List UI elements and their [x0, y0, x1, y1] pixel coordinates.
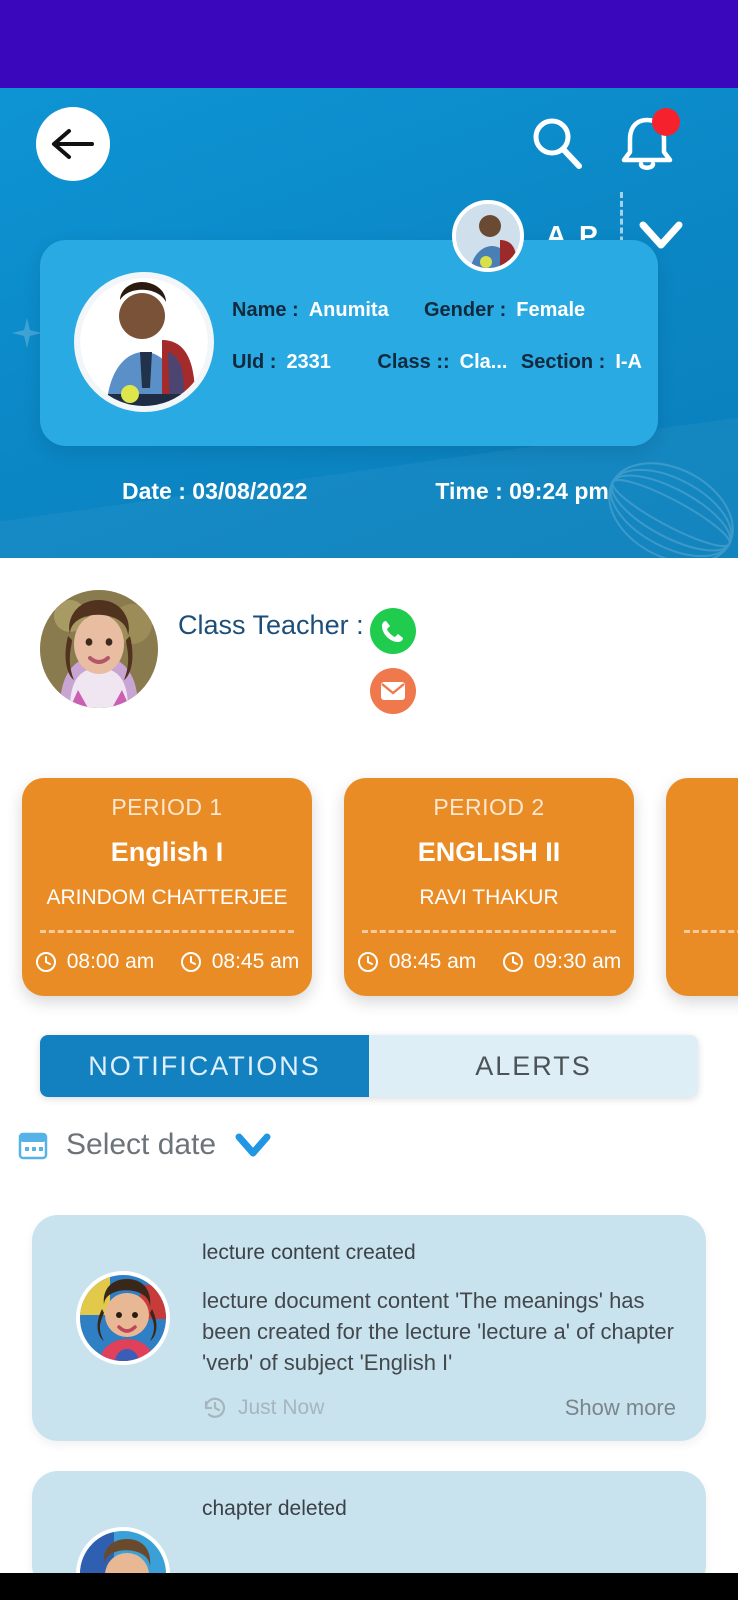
chevron-down-icon[interactable] — [234, 1130, 272, 1160]
clock-icon — [502, 952, 523, 972]
system-navigation-bar — [0, 1573, 738, 1600]
period-times — [666, 950, 738, 972]
time-text: Time : 09:24 pm — [435, 478, 609, 504]
period-teacher: RAVI THAKUR — [419, 886, 559, 909]
notification-body: lecture document content 'The meanings' … — [202, 1288, 674, 1376]
app-screen: A P Name: Anumita Gender: Female UId:… — [0, 0, 738, 1600]
period-end-label: 09:30 am — [533, 950, 622, 973]
date-time-row: Date : 03/08/2022 Time : 09:24 pm — [0, 478, 738, 505]
period-start-label: 08:00 am — [66, 950, 155, 973]
period-times: 08:00 am 08:45 am — [22, 950, 312, 974]
period-teacher: ARINDOM CHATTERJEE — [46, 886, 288, 909]
period-end-label: 08:45 am — [211, 950, 300, 973]
period-card[interactable]: PERIOD 1 English I ARINDOM CHATTERJEE 08… — [22, 778, 312, 996]
period-end-time: 09:30 am — [502, 950, 622, 974]
tab-alerts[interactable]: ALERTS — [369, 1035, 698, 1097]
period-end-time: 08:45 am — [180, 950, 300, 974]
calendar-icon — [18, 1132, 48, 1160]
period-divider — [362, 930, 616, 933]
clock-icon — [180, 952, 201, 972]
phone-icon — [382, 621, 403, 642]
period-start-time: 08:00 am — [35, 950, 155, 974]
period-start-time: 08:45 am — [357, 950, 477, 974]
student-row-1: Name : Anumita Gender : Female — [232, 284, 642, 336]
clock-icon — [357, 952, 378, 972]
call-teacher-button[interactable] — [370, 608, 416, 654]
uid-label: UId : — [232, 350, 277, 373]
notifications-alerts-tabs[interactable]: NOTIFICATIONS ALERTS — [40, 1035, 698, 1097]
periods-rail: PERIOD 1 English I ARINDOM CHATTERJEE 08… — [22, 778, 738, 996]
back-button[interactable] — [36, 107, 110, 181]
tab-notifications[interactable]: NOTIFICATIONS — [40, 1035, 369, 1097]
back-arrow-icon — [52, 129, 94, 159]
clock-icon — [35, 952, 56, 972]
notification-footer: Just Now Show more — [202, 1395, 676, 1421]
period-subject: English I — [110, 837, 224, 867]
section-value: I-A — [615, 350, 642, 373]
notification-title: lecture content created — [202, 1241, 416, 1264]
notification-list: lecture content created lecture document… — [0, 1215, 738, 1600]
gender-value: Female — [516, 298, 586, 321]
class-label: Class :: — [377, 350, 450, 373]
notification-time-label: Just Now — [238, 1395, 325, 1419]
name-label: Name : — [232, 298, 299, 321]
notification-badge — [652, 108, 680, 136]
status-bar — [0, 0, 738, 88]
teacher-avatar — [40, 590, 158, 708]
select-date-control[interactable]: Select date — [18, 1128, 272, 1162]
period-number: PERIOD 2 — [433, 794, 545, 820]
student-info-card: Name : Anumita Gender : Female UId : 233… — [40, 240, 658, 446]
envelope-icon — [381, 682, 405, 700]
notification-title: chapter deleted — [202, 1496, 347, 1520]
student-row-2: UId : 2331 Class :: Cla... Section : I-A — [232, 336, 642, 388]
student-fields: Name : Anumita Gender : Female UId : 233… — [232, 284, 642, 388]
period-divider — [684, 930, 738, 933]
period-divider — [40, 930, 294, 933]
show-more-button[interactable]: Show more — [565, 1395, 676, 1421]
gender-label: Gender : — [424, 298, 507, 321]
class-teacher-section: Class Teacher : — [0, 558, 738, 756]
name-value: Anumita — [308, 298, 389, 321]
period-number: PERIOD 1 — [111, 794, 223, 820]
section-label: Section : — [520, 350, 606, 373]
class-value: Cla... — [459, 350, 508, 373]
class-teacher-label: Class Teacher : — [178, 610, 364, 640]
period-start-label: 08:45 am — [388, 950, 477, 973]
email-teacher-button[interactable] — [370, 668, 416, 714]
select-date-label: Select date — [66, 1128, 217, 1161]
uid-value: 2331 — [286, 350, 331, 373]
profile-avatar — [452, 200, 524, 272]
period-subject: ENGLISH II — [417, 837, 561, 867]
student-avatar — [74, 272, 214, 412]
date-text: Date : 03/08/2022 — [122, 478, 308, 504]
periods-carousel[interactable]: PERIOD 1 English I ARINDOM CHATTERJEE 08… — [0, 756, 738, 1018]
sparkle-decoration-icon — [11, 317, 43, 349]
notification-avatar — [76, 1271, 170, 1365]
notification-card[interactable]: lecture content created lecture document… — [32, 1215, 706, 1441]
period-card[interactable]: PERIOD 2 ENGLISH II RAVI THAKUR 08:45 am — [344, 778, 634, 996]
search-icon[interactable] — [528, 114, 586, 172]
history-clock-icon — [204, 1397, 226, 1418]
period-card[interactable]: PERIOD 3 ENV — [666, 778, 738, 996]
period-times: 08:45 am 09:30 am — [344, 950, 634, 974]
app-header: A P Name: Anumita Gender: Female UId:… — [0, 88, 738, 558]
notification-time: Just Now — [202, 1395, 324, 1421]
